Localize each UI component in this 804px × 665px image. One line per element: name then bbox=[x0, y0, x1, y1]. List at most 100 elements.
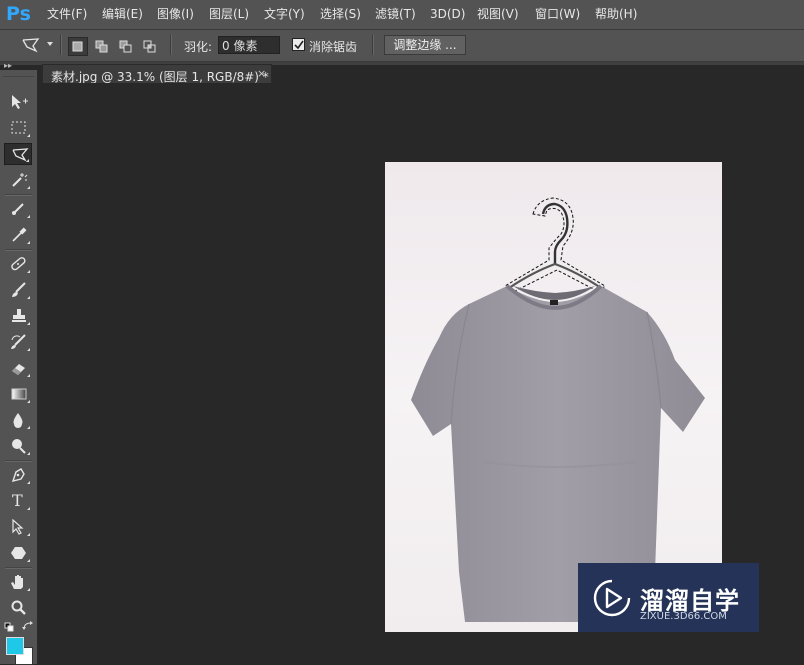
watermark-banner: 溜溜自学 ZIXUE.3D66.COM bbox=[578, 563, 759, 632]
crop-icon bbox=[12, 203, 24, 215]
intersect-selection-button[interactable] bbox=[140, 37, 160, 56]
pen-tool[interactable] bbox=[4, 464, 32, 486]
clone-stamp-tool[interactable] bbox=[4, 305, 32, 327]
zoom-icon bbox=[11, 600, 26, 615]
bandage-icon bbox=[11, 257, 26, 271]
hand-tool[interactable] bbox=[4, 571, 32, 593]
blur-tool[interactable] bbox=[4, 409, 32, 431]
menu-bar: Ps 文件(F) 编辑(E) 图像(I) 图层(L) 文字(Y) 选择(S) 滤… bbox=[0, 0, 804, 30]
gradient-tool[interactable] bbox=[4, 383, 32, 405]
subtract-from-selection-button[interactable] bbox=[116, 37, 136, 56]
play-logo-icon bbox=[593, 579, 631, 617]
tool-flyout-icon bbox=[27, 452, 30, 455]
tool-flyout-icon bbox=[27, 296, 30, 299]
panel-grip[interactable] bbox=[3, 70, 34, 77]
tool-flyout-icon bbox=[27, 588, 30, 591]
menu-help[interactable]: 帮助(H) bbox=[595, 7, 637, 21]
eyedropper-icon bbox=[12, 227, 27, 242]
move-icon bbox=[12, 95, 28, 109]
stamp-icon bbox=[12, 309, 26, 322]
polygonal-lasso-tool[interactable] bbox=[4, 143, 32, 165]
hand-icon bbox=[11, 575, 23, 589]
menu-image[interactable]: 图像(I) bbox=[157, 7, 194, 21]
menu-type[interactable]: 文字(Y) bbox=[264, 7, 305, 21]
move-tool[interactable] bbox=[4, 91, 32, 113]
eraser-icon bbox=[12, 364, 25, 375]
swap-colors-icon[interactable] bbox=[22, 620, 34, 632]
tools-divider bbox=[5, 194, 32, 196]
menu-select[interactable]: 选择(S) bbox=[320, 7, 361, 21]
tool-preset-picker[interactable] bbox=[21, 37, 43, 53]
tool-flyout-icon bbox=[27, 533, 30, 536]
menu-filter[interactable]: 滤镜(T) bbox=[375, 7, 416, 21]
tshirt-photo[interactable] bbox=[385, 162, 722, 632]
shape-tool[interactable] bbox=[4, 542, 32, 564]
anti-alias-label: 消除锯齿 bbox=[309, 40, 358, 54]
eraser-tool[interactable] bbox=[4, 357, 32, 379]
dodge-icon bbox=[12, 439, 26, 454]
brush-tool[interactable] bbox=[4, 279, 32, 301]
tool-flyout-icon bbox=[27, 507, 30, 510]
photoshop-logo: Ps bbox=[6, 3, 31, 25]
tool-flyout-icon bbox=[27, 241, 30, 244]
subtract-selection-icon bbox=[119, 40, 132, 53]
feather-label: 羽化: bbox=[184, 40, 213, 54]
path-selection-icon bbox=[12, 519, 24, 535]
options-divider bbox=[170, 35, 172, 55]
type-icon: T bbox=[12, 491, 23, 510]
new-selection-button[interactable] bbox=[68, 37, 88, 56]
type-tool[interactable]: T bbox=[4, 490, 32, 512]
gradient-icon bbox=[11, 388, 27, 400]
tool-flyout-icon bbox=[27, 426, 30, 429]
tool-flyout-icon bbox=[27, 134, 30, 137]
menu-layer[interactable]: 图层(L) bbox=[209, 7, 249, 21]
new-selection-icon bbox=[72, 41, 83, 52]
tools-panel: T bbox=[0, 70, 38, 664]
tool-flyout-icon bbox=[27, 215, 30, 218]
hexagon-icon bbox=[11, 547, 26, 559]
add-to-selection-button[interactable] bbox=[92, 37, 112, 56]
tool-flyout-icon bbox=[27, 322, 30, 325]
eyedropper-tool[interactable] bbox=[4, 224, 32, 246]
menu-window[interactable]: 窗口(W) bbox=[535, 7, 580, 21]
menu-view[interactable]: 视图(V) bbox=[477, 7, 519, 21]
pen-icon bbox=[11, 468, 25, 482]
feather-input[interactable]: 0 像素 bbox=[218, 36, 280, 54]
water-drop-icon bbox=[13, 413, 23, 428]
tool-flyout-icon bbox=[27, 400, 30, 403]
dodge-tool[interactable] bbox=[4, 435, 32, 457]
options-divider bbox=[372, 35, 374, 55]
path-selection-tool[interactable] bbox=[4, 516, 32, 538]
brush-icon bbox=[12, 282, 26, 297]
intersect-selection-icon bbox=[143, 40, 156, 53]
menu-file[interactable]: 文件(F) bbox=[47, 7, 87, 21]
menu-edit[interactable]: 编辑(E) bbox=[102, 7, 143, 21]
tool-flyout-icon bbox=[27, 270, 30, 273]
magic-wand-tool[interactable] bbox=[4, 169, 32, 191]
menu-3d[interactable]: 3D(D) bbox=[430, 7, 465, 21]
add-selection-icon bbox=[95, 40, 108, 53]
options-bar: 羽化: 0 像素 消除锯齿 调整边缘 ... bbox=[0, 30, 804, 62]
marquee-icon bbox=[11, 121, 26, 134]
document-tab[interactable]: 素材.jpg @ 33.1% (图层 1, RGB/8#) * × bbox=[42, 64, 272, 84]
refine-edge-button[interactable]: 调整边缘 ... bbox=[384, 35, 466, 55]
foreground-color-swatch[interactable] bbox=[6, 637, 24, 655]
zoom-tool[interactable] bbox=[4, 597, 32, 619]
magic-wand-icon bbox=[12, 173, 28, 187]
spot-healing-tool[interactable] bbox=[4, 253, 32, 275]
crop-tool[interactable] bbox=[4, 198, 32, 220]
default-colors-icon[interactable] bbox=[4, 622, 16, 632]
tools-divider bbox=[5, 460, 32, 462]
checkmark-icon bbox=[294, 40, 304, 50]
tool-flyout-icon bbox=[27, 348, 30, 351]
chevron-down-icon[interactable] bbox=[47, 42, 53, 46]
tool-flyout-icon bbox=[26, 159, 29, 162]
collapse-panel-icon[interactable]: ▸▸ bbox=[4, 62, 12, 70]
anti-alias-checkbox[interactable] bbox=[292, 38, 305, 51]
tool-flyout-icon bbox=[27, 481, 30, 484]
close-icon[interactable]: × bbox=[257, 67, 266, 80]
tool-flyout-icon bbox=[27, 559, 30, 562]
history-brush-icon bbox=[11, 334, 26, 349]
rectangular-marquee-tool[interactable] bbox=[4, 117, 32, 139]
history-brush-tool[interactable] bbox=[4, 331, 32, 353]
